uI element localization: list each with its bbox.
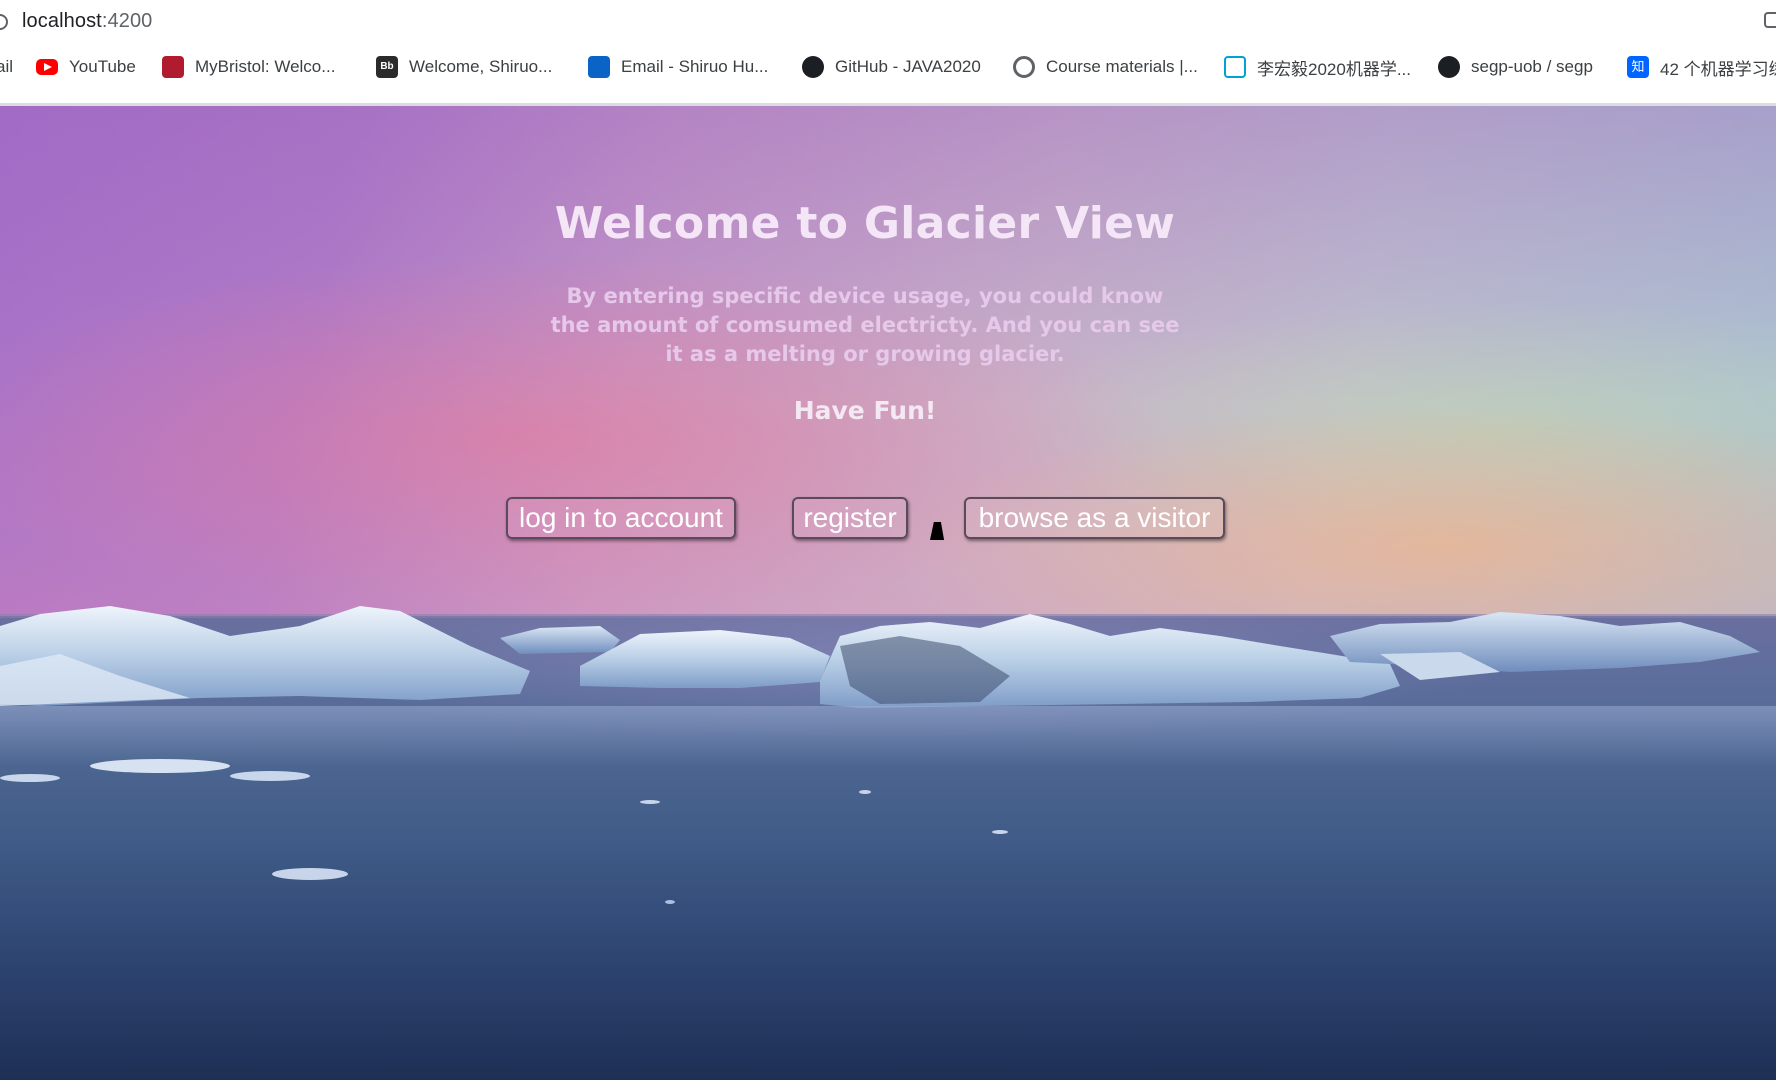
bookmark-blackboard[interactable]: Bb Welcome, Shiruo... [376,52,552,82]
bookmark-label: 李宏毅2020机器学... [1257,59,1411,79]
mouse-cursor-icon [930,522,948,540]
page-description: By entering specific device usage, you c… [550,284,1180,366]
zhihu-icon: 知 [1627,56,1649,78]
bookmark-mail[interactable]: ail [0,52,13,82]
blackboard-icon: Bb [376,56,398,78]
bilibili-icon [1224,56,1246,78]
bookmark-label: Email - Shiruo Hu... [621,57,769,76]
url-text[interactable]: localhost:4200 [22,10,152,33]
visitor-button[interactable]: browse as a visitor [964,497,1225,539]
page-title: Welcome to Glacier View [554,198,1176,249]
bookmark-label: ail [0,57,14,76]
bristol-icon [162,56,184,78]
login-button[interactable]: log in to account [506,497,736,539]
bookmark-label: MyBristol: Welco... [195,57,336,76]
bookmark-youtube[interactable]: YouTube [36,52,136,82]
extension-icon[interactable] [1764,12,1776,28]
bookmark-label: GitHub - JAVA2020 [835,57,981,76]
github-icon [802,56,824,78]
hero-section: Welcome to Glacier View By entering spec… [0,106,1776,1080]
url-port: :4200 [101,10,153,32]
bookmark-label: Course materials |... [1046,57,1198,76]
github-icon [1438,56,1460,78]
have-fun-text: Have Fun! [793,396,937,425]
page-viewport: Welcome to Glacier View By entering spec… [0,106,1776,1080]
globe-icon [1013,56,1035,78]
bookmark-label: segp-uob / segp [1471,57,1593,76]
bookmark-zhihu[interactable]: 知 42 个机器学习练 [1627,52,1776,82]
bookmarks-bar: ail YouTube MyBristol: Welco... Bb Welco… [0,52,1776,82]
bookmark-email[interactable]: Email - Shiruo Hu... [588,52,768,82]
bookmark-label: YouTube [69,57,136,76]
bookmark-bilibili[interactable]: 李宏毅2020机器学... [1224,52,1411,82]
bookmark-label: 42 个机器学习练 [1660,59,1776,79]
register-button[interactable]: register [792,497,908,539]
url-host: localhost [22,10,102,32]
bookmark-course[interactable]: Course materials |... [1013,52,1198,82]
bookmark-segp[interactable]: segp-uob / segp [1438,52,1593,82]
browser-chrome: localhost:4200 ail YouTube MyBristol: We… [0,0,1776,106]
bookmark-mybristol[interactable]: MyBristol: Welco... [162,52,335,82]
bookmark-github-java[interactable]: GitHub - JAVA2020 [802,52,981,82]
outlook-icon [588,56,610,78]
youtube-icon [36,59,58,75]
site-info-icon[interactable] [0,14,8,30]
address-bar[interactable]: localhost:4200 [0,0,1776,44]
bookmark-label: Welcome, Shiruo... [409,57,553,76]
